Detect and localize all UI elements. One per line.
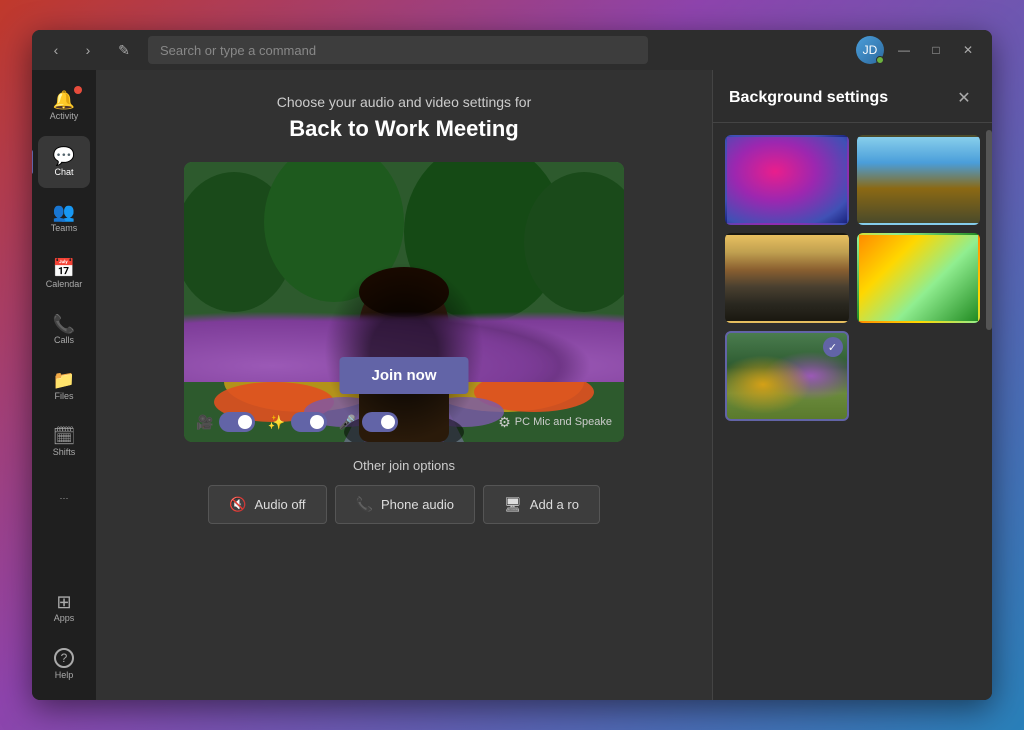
forward-button[interactable]: › [76, 38, 100, 62]
files-icon: 📁 [53, 371, 75, 389]
search-bar[interactable]: Search or type a command [148, 36, 648, 64]
effects-toggle[interactable]: ✨ [267, 412, 326, 432]
search-placeholder: Search or type a command [160, 43, 316, 58]
video-icon: 🎥 [196, 414, 213, 431]
bg-panel-header: Background settings ✕ [713, 70, 992, 123]
sidebar: 🔔 Activity 💬 Chat 👥 Teams 📅 Calendar 📞 C… [32, 70, 96, 700]
title-bar: ‹ › ✎ Search or type a command JD — □ ✕ [32, 30, 992, 70]
room-icon: 🖥 [504, 496, 522, 513]
sidebar-item-calls[interactable]: 📞 Calls [38, 304, 90, 356]
maximize-button[interactable]: □ [924, 38, 948, 62]
calendar-icon: 📅 [53, 259, 75, 277]
bg-thumbnail-4[interactable] [857, 233, 981, 323]
video-controls: 🎥 ✨ 🎤 ⚙ PC Mic and [184, 412, 624, 432]
sidebar-item-calendar[interactable]: 📅 Calendar [38, 248, 90, 300]
minimize-button[interactable]: — [892, 38, 916, 62]
sidebar-label-chat: Chat [54, 167, 73, 177]
video-background [184, 162, 624, 442]
shifts-icon: 🗓 [53, 427, 76, 445]
effects-switch[interactable] [291, 412, 327, 432]
back-button[interactable]: ‹ [44, 38, 68, 62]
chat-icon: 💬 [53, 147, 75, 165]
mic-icon: 🎤 [339, 414, 356, 431]
meeting-subtitle: Choose your audio and video settings for [277, 94, 532, 110]
join-now-button[interactable]: Join now [340, 357, 469, 394]
activity-icon: 🔔 [53, 91, 75, 109]
bg-thumbnails-grid: ✓ [713, 123, 992, 433]
scrollbar[interactable] [986, 130, 992, 330]
sidebar-label-shifts: Shifts [53, 447, 76, 457]
sidebar-item-files[interactable]: 📁 Files [38, 360, 90, 412]
meeting-title-section: Choose your audio and video settings for… [277, 94, 532, 142]
bg-settings-panel: Background settings ✕ ✓ [712, 70, 992, 700]
gear-icon: ⚙ [498, 414, 511, 431]
sidebar-item-chat[interactable]: 💬 Chat [38, 136, 90, 188]
bg-panel-title: Background settings [729, 89, 888, 107]
calls-icon: 📞 [53, 315, 75, 333]
compose-icon[interactable]: ✎ [112, 38, 136, 62]
join-options-row: 🔇 Audio off 📞 Phone audio 🖥 Add a ro [154, 485, 654, 524]
mic-toggle[interactable]: 🎤 [339, 412, 398, 432]
sidebar-label-help: Help [55, 670, 74, 680]
sidebar-item-more[interactable]: ··· [38, 472, 90, 524]
content-area: Choose your audio and video settings for… [96, 70, 712, 700]
garden-bg-svg [184, 162, 624, 442]
help-icon: ? [54, 648, 74, 668]
phone-icon: 📞 [356, 496, 373, 513]
sidebar-item-activity[interactable]: 🔔 Activity [38, 80, 90, 132]
audio-device-selector[interactable]: ⚙ PC Mic and Speake [498, 414, 612, 431]
sidebar-label-apps: Apps [54, 613, 75, 623]
close-button[interactable]: ✕ [956, 38, 980, 62]
audio-device-label: PC Mic and Speake [515, 416, 612, 428]
close-bg-panel-button[interactable]: ✕ [952, 86, 976, 110]
sidebar-label-calls: Calls [54, 335, 74, 345]
title-bar-actions: JD — □ ✕ [856, 36, 980, 64]
more-icon: ··· [60, 493, 69, 503]
effects-icon: ✨ [267, 414, 284, 431]
avatar[interactable]: JD [856, 36, 884, 64]
selected-checkmark: ✓ [823, 337, 843, 357]
sidebar-label-calendar: Calendar [46, 279, 83, 289]
phone-audio-label: Phone audio [381, 497, 454, 512]
sidebar-item-help[interactable]: ? Help [38, 638, 90, 690]
meeting-title: Back to Work Meeting [277, 116, 532, 142]
other-options: Other join options 🔇 Audio off 📞 Phone a… [154, 458, 654, 524]
nav-buttons: ‹ › [44, 38, 100, 62]
meeting-setup: Choose your audio and video settings for… [96, 70, 712, 700]
mic-switch[interactable] [362, 412, 398, 432]
audio-off-label: Audio off [254, 497, 305, 512]
teams-icon: 👥 [53, 203, 75, 221]
video-toggle[interactable]: 🎥 [196, 412, 255, 432]
sidebar-label-files: Files [54, 391, 73, 401]
bg-thumbnail-5[interactable]: ✓ [725, 331, 849, 421]
audio-off-button[interactable]: 🔇 Audio off [208, 485, 327, 524]
add-room-label: Add a ro [530, 497, 579, 512]
video-preview: Join now 🎥 ✨ 🎤 [184, 162, 624, 442]
sidebar-item-shifts[interactable]: 🗓 Shifts [38, 416, 90, 468]
sidebar-item-apps[interactable]: ⊞ Apps [38, 582, 90, 634]
bg-thumbnail-2[interactable] [857, 135, 981, 225]
sidebar-label-teams: Teams [51, 223, 78, 233]
video-switch[interactable] [219, 412, 255, 432]
other-options-title: Other join options [154, 458, 654, 473]
app-window: ‹ › ✎ Search or type a command JD — □ ✕ … [32, 30, 992, 700]
sidebar-label-activity: Activity [50, 111, 79, 121]
bg-thumbnail-1[interactable] [725, 135, 849, 225]
presence-dot [876, 56, 884, 64]
phone-audio-button[interactable]: 📞 Phone audio [335, 485, 475, 524]
audio-off-icon: 🔇 [229, 496, 246, 513]
notification-badge [74, 86, 82, 94]
apps-icon: ⊞ [56, 593, 71, 611]
add-room-button[interactable]: 🖥 Add a ro [483, 485, 600, 524]
main-content: 🔔 Activity 💬 Chat 👥 Teams 📅 Calendar 📞 C… [32, 70, 992, 700]
bg-thumbnail-3[interactable] [725, 233, 849, 323]
sidebar-item-teams[interactable]: 👥 Teams [38, 192, 90, 244]
